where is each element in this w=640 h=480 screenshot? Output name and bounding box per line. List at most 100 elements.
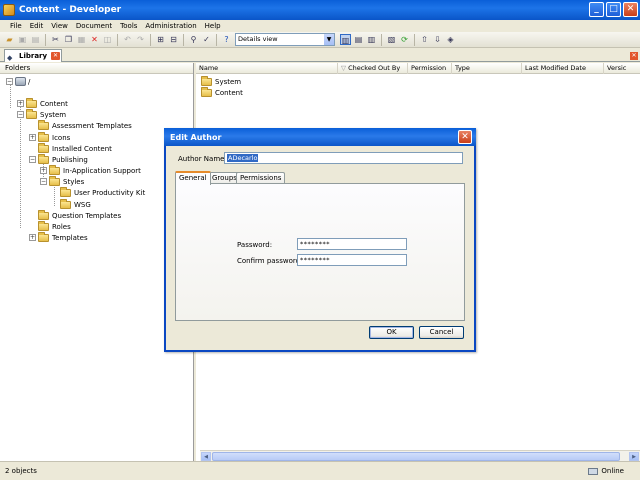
repository-icon <box>15 77 26 86</box>
confirm-password-field[interactable]: ******** <box>297 254 407 266</box>
split-vertical-icon[interactable]: ▥ <box>366 34 377 45</box>
tab-general[interactable]: General <box>175 171 211 185</box>
close-window-button[interactable]: ✕ <box>623 2 638 17</box>
properties-icon[interactable]: ▧ <box>386 34 397 45</box>
paste-icon[interactable]: ▦ <box>76 34 87 45</box>
folder-icon <box>49 164 60 175</box>
menu-tools[interactable]: Tools <box>120 22 137 30</box>
author-name-label: Author Name: <box>178 155 227 163</box>
tree-item-label: Assessment Templates <box>52 121 132 130</box>
menu-view[interactable]: View <box>51 22 68 30</box>
find-icon[interactable]: ⚲ <box>188 34 199 45</box>
tree-item-system[interactable]: − System <box>17 108 67 120</box>
status-bar: 2 objects Online <box>0 461 640 480</box>
menu-document[interactable]: Document <box>76 22 112 30</box>
cancel-button[interactable]: Cancel <box>419 326 464 339</box>
expand-icon[interactable]: + <box>17 100 24 107</box>
split-horizontal-icon[interactable]: ▤ <box>353 34 364 45</box>
menu-file[interactable]: File <box>10 22 22 30</box>
folder-icon <box>38 231 49 242</box>
column-header-last-modified-date[interactable]: Last Modified Date <box>522 63 604 74</box>
tree-item-styles[interactable]: − Styles <box>40 175 85 187</box>
maximize-button[interactable]: □ <box>606 2 621 17</box>
folder-icon <box>60 198 71 209</box>
menu-bar: File Edit View Document Tools Administra… <box>0 20 640 32</box>
author-name-input[interactable]: ADecarlo <box>224 152 463 164</box>
connection-label: Online <box>601 467 624 475</box>
rename-icon[interactable]: ◫ <box>102 34 113 45</box>
print-icon[interactable]: ▤ <box>30 34 41 45</box>
expand-icon[interactable]: ⊞ <box>155 34 166 45</box>
column-header-checked-out-by[interactable]: ▽ Checked Out By <box>338 63 408 74</box>
tree-item-templates[interactable]: + Templates <box>29 231 88 243</box>
tab-library[interactable]: ◆ Library ✕ <box>4 49 63 62</box>
copy-icon[interactable]: ❐ <box>63 34 74 45</box>
network-icon <box>588 467 599 475</box>
toolbar-separator <box>45 33 46 46</box>
column-header-type[interactable]: Type <box>452 63 522 74</box>
undo-icon[interactable]: ↶ <box>122 34 133 45</box>
expand-icon[interactable]: + <box>40 167 47 174</box>
expand-icon[interactable]: + <box>29 134 36 141</box>
check-in-icon[interactable]: ⇧ <box>419 34 430 45</box>
column-header-version[interactable]: Versic <box>604 63 640 74</box>
scroll-left-icon[interactable]: ◀ <box>201 452 211 461</box>
tree-item-icons[interactable]: + Icons <box>29 131 70 143</box>
tree-item-label: Content <box>40 99 68 108</box>
expand-icon[interactable]: + <box>29 234 36 241</box>
collapse-icon[interactable]: − <box>6 78 13 85</box>
menu-edit[interactable]: Edit <box>30 22 44 30</box>
tree-item-label: Styles <box>63 177 85 186</box>
folder-icon <box>38 220 49 231</box>
connection-status: Online <box>588 467 624 475</box>
collapse-icon[interactable]: − <box>40 178 47 185</box>
tree-item-content[interactable]: + Content <box>17 97 68 109</box>
scrollbar-thumb[interactable] <box>212 452 620 461</box>
tree-item-wsg[interactable]: WSG <box>60 198 91 210</box>
close-tab-icon[interactable]: ✕ <box>51 52 61 60</box>
tree-item-roles[interactable]: Roles <box>38 220 71 232</box>
ok-button[interactable]: OK <box>369 326 414 339</box>
list-item[interactable]: System <box>201 75 241 87</box>
tree-item-user-productivity-kit[interactable]: User Productivity Kit <box>60 186 145 198</box>
chevron-down-icon[interactable]: ▼ <box>324 34 334 45</box>
app-icon <box>3 4 15 16</box>
horizontal-scrollbar[interactable]: ◀ ▶ <box>200 450 640 461</box>
collapse-icon[interactable]: − <box>17 111 24 118</box>
details-view-icon[interactable]: ▥ <box>340 34 351 45</box>
column-header-name[interactable]: Name <box>196 63 338 74</box>
spell-check-icon[interactable]: ✓ <box>201 34 212 45</box>
publish-icon[interactable]: ◈ <box>445 34 456 45</box>
menu-administration[interactable]: Administration <box>145 22 196 30</box>
tree-item-label: System <box>40 110 67 119</box>
toolbar-separator <box>381 33 382 46</box>
tree-item-publishing[interactable]: − Publishing <box>29 153 88 165</box>
open-folder-icon[interactable]: ▰ <box>4 34 15 45</box>
cut-icon[interactable]: ✂ <box>50 34 61 45</box>
tree-root-label: / <box>28 77 31 86</box>
collapse-icon[interactable]: ⊟ <box>168 34 179 45</box>
password-field[interactable]: ******** <box>297 238 407 250</box>
delete-icon[interactable]: ✕ <box>89 34 100 45</box>
tree-item-installed-content[interactable]: Installed Content <box>38 142 112 154</box>
close-pane-icon[interactable]: ✕ <box>630 52 638 60</box>
window-title: Content - Developer <box>19 5 122 15</box>
check-out-icon[interactable]: ⇩ <box>432 34 443 45</box>
tree-item-assessment-templates[interactable]: Assessment Templates <box>38 119 132 131</box>
save-icon[interactable]: ▣ <box>17 34 28 45</box>
list-item[interactable]: Content <box>201 86 243 98</box>
help-icon[interactable]: ? <box>221 34 232 45</box>
refresh-icon[interactable]: ⟳ <box>399 34 410 45</box>
tree-root[interactable]: − / <box>6 76 30 87</box>
minimize-button[interactable]: _ <box>589 2 604 17</box>
redo-icon[interactable]: ↷ <box>135 34 146 45</box>
tree-item-question-templates[interactable]: Question Templates <box>38 209 121 221</box>
scroll-right-icon[interactable]: ▶ <box>629 452 639 461</box>
column-header-permission[interactable]: Permission <box>408 63 452 74</box>
folder-open-icon <box>38 153 49 164</box>
dialog-close-button[interactable]: ✕ <box>458 130 472 144</box>
menu-help[interactable]: Help <box>205 22 221 30</box>
collapse-icon[interactable]: − <box>29 156 36 163</box>
view-select[interactable]: Details view ▼ <box>235 33 335 46</box>
tree-item-in-application-support[interactable]: + In-Application Support <box>40 164 141 176</box>
